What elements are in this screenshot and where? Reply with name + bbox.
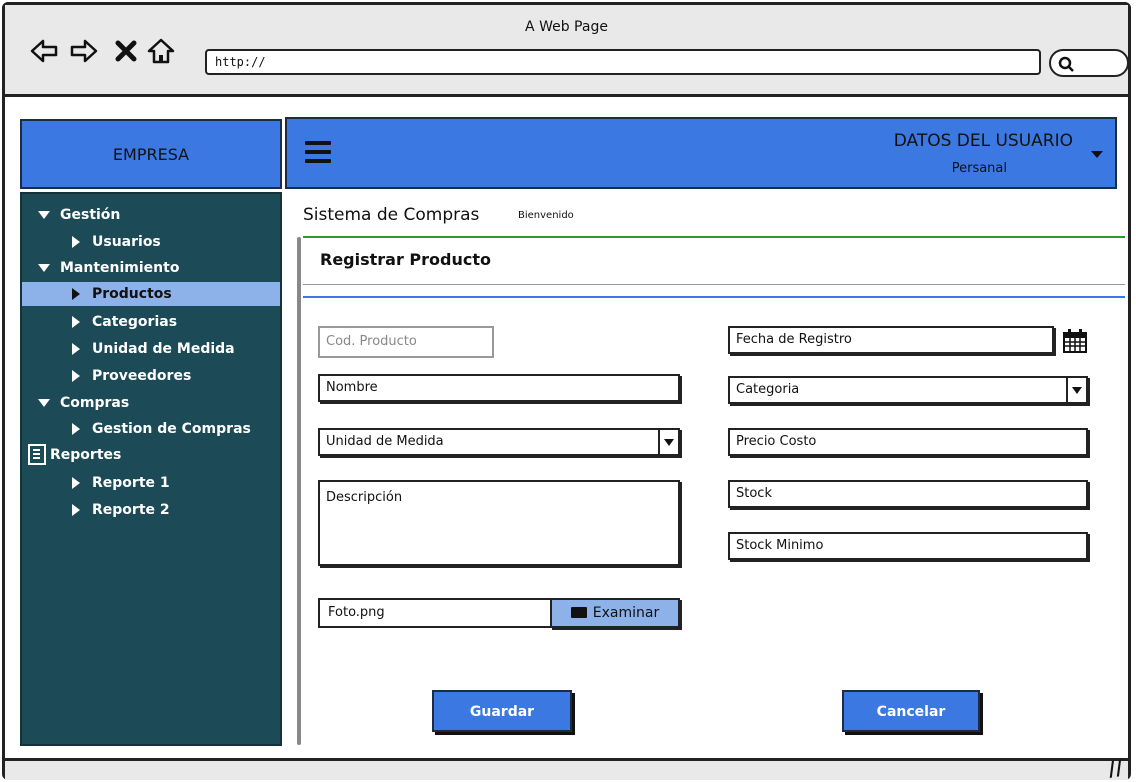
user-role: Persanal [951,161,1007,176]
document-icon [28,443,46,465]
title-separator [303,236,1125,238]
triangle-down-icon [38,264,50,272]
back-arrow-icon[interactable] [30,37,58,65]
sidebar-item-reporte-2[interactable]: Reporte 2 [22,498,280,522]
company-brand: EMPRESA [20,119,282,189]
triangle-right-icon [72,288,80,300]
examinar-button[interactable]: Examinar [550,598,680,628]
guardar-button[interactable]: Guardar [432,690,572,732]
sidebar-item-gestion-compras[interactable]: Gestion de Compras [22,417,280,441]
examinar-label: Examinar [592,605,660,621]
triangle-down-icon [38,211,50,219]
triangle-right-icon [72,316,80,328]
browser-search-button[interactable] [1049,49,1129,77]
sidebar-item-compras[interactable]: Compras [22,391,280,415]
forward-arrow-icon[interactable] [70,37,98,65]
magnifier-icon [1058,56,1074,72]
categoria-select[interactable]: Categoria [728,376,1088,404]
sidebar-item-gestion[interactable]: Gestión [22,203,280,227]
form-top-separator [303,296,1125,298]
triangle-right-icon [72,236,80,248]
page-title: Sistema de Compras [303,205,480,225]
sidebar-item-reportes[interactable]: Reportes [22,443,280,467]
caret-down-icon[interactable] [1091,151,1103,158]
sidebar-item-categorias[interactable]: Categorias [22,310,280,334]
close-x-icon[interactable] [112,37,140,65]
form-title-separator [303,284,1125,285]
folder-icon [570,606,587,618]
triangle-right-icon [72,370,80,382]
categoria-value: Categoria [736,382,800,397]
descripcion-textarea[interactable]: Descripción [318,480,680,566]
user-name[interactable]: DATOS DEL USUARIO [894,131,1073,151]
triangle-right-icon [72,477,80,489]
triangle-right-icon [72,423,80,435]
window-title: A Web Page [525,19,608,35]
stock-input[interactable]: Stock [728,480,1088,508]
calendar-icon[interactable] [1062,328,1088,354]
stock-minimo-input[interactable]: Stock Minimo [728,532,1088,560]
sidebar-item-usuarios[interactable]: Usuarios [22,230,280,254]
sidebar-item-unidad-medida[interactable]: Unidad de Medida [22,337,280,361]
unidad-medida-select[interactable]: Unidad de Medida [318,428,680,456]
foto-file-field[interactable]: Foto.png [318,598,552,628]
browser-toolbar: A Web Page http:// [5,5,1129,97]
content-divider [297,237,301,745]
sidebar-item-mantenimiento[interactable]: Mantenimiento [22,256,280,280]
triangle-right-icon [72,343,80,355]
cod-producto-input[interactable]: Cod. Producto [318,326,494,358]
precio-costo-input[interactable]: Precio Costo [728,428,1088,456]
welcome-text: Bienvenido [518,210,574,221]
url-input[interactable]: http:// [205,49,1041,75]
fecha-registro-input[interactable]: Fecha de Registro [728,326,1054,354]
triangle-down-icon [38,399,50,407]
chevron-down-icon[interactable] [658,430,678,454]
nombre-input[interactable]: Nombre [318,374,680,402]
triangle-right-icon [72,504,80,516]
unidad-medida-value: Unidad de Medida [326,434,444,449]
descripcion-placeholder: Descripción [326,490,403,505]
cancelar-button[interactable]: Cancelar [842,690,980,732]
browser-status-bar [5,758,1128,780]
hamburger-menu-icon[interactable] [305,141,331,163]
sidebar-nav: Gestión Usuarios Mantenimiento Productos… [20,192,282,746]
form-title: Registrar Producto [320,250,492,269]
home-icon[interactable] [147,37,175,65]
sidebar-item-proveedores[interactable]: Proveedores [22,364,280,388]
chevron-down-icon[interactable] [1066,378,1086,402]
top-navbar: DATOS DEL USUARIO Persanal [285,117,1117,189]
sidebar-item-reporte-1[interactable]: Reporte 1 [22,471,280,495]
sidebar-item-productos[interactable]: Productos [22,282,280,306]
